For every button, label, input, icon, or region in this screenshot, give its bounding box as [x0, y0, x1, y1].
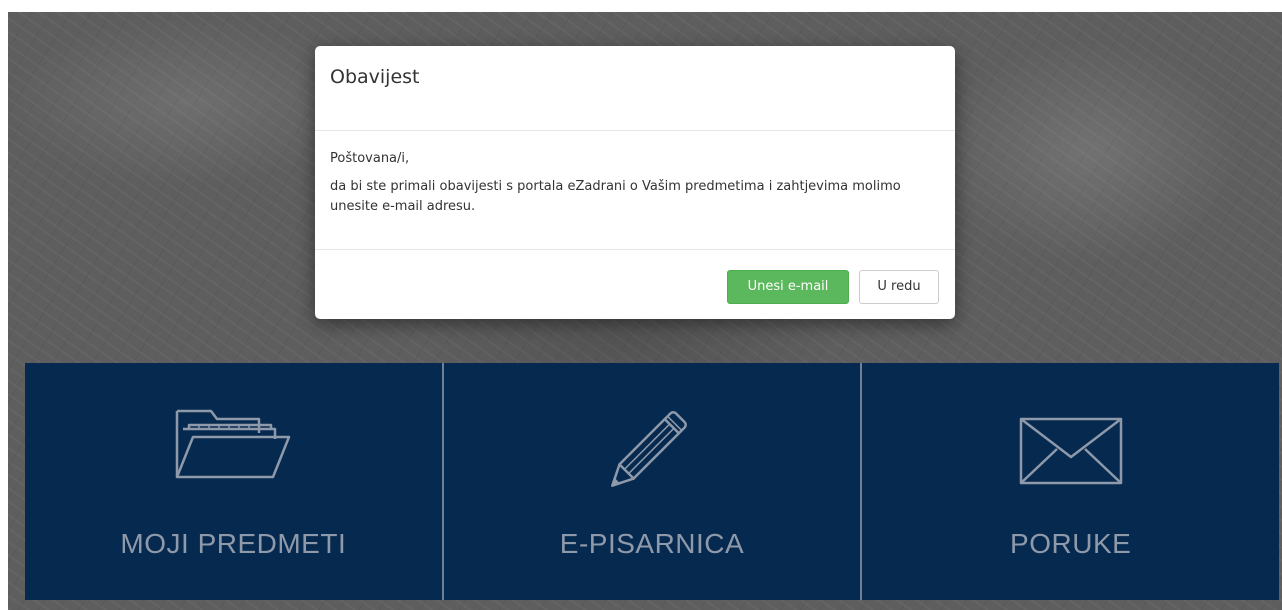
tile-moji-predmeti[interactable]: MOJI PREDMETI — [25, 363, 444, 600]
modal-header: Obavijest — [315, 46, 955, 131]
tile-poruke[interactable]: PORUKE — [862, 363, 1280, 600]
envelope-icon — [1019, 417, 1122, 485]
tile-label: PORUKE — [1010, 528, 1132, 559]
tile-label: E-PISARNICA — [559, 528, 745, 559]
modal-message: da bi ste primali obavijesti s portala e… — [330, 179, 901, 214]
pencil-icon — [611, 411, 687, 487]
folder-icon — [176, 409, 291, 479]
notification-modal: Obavijest Poštovana/i, da bi ste primali… — [315, 46, 955, 319]
ok-button[interactable]: U redu — [859, 270, 939, 304]
modal-footer: Unesi e-mail U redu — [315, 250, 955, 318]
main-tiles: MOJI PREDMETI E-PISARNICA PORUKE — [25, 363, 1280, 600]
modal-title: Obavijest — [330, 66, 420, 88]
modal-body: Poštovana/i, da bi ste primali obavijest… — [315, 131, 955, 250]
modal-greeting: Poštovana/i, — [330, 151, 410, 166]
tile-label: MOJI PREDMETI — [120, 528, 347, 559]
enter-email-button[interactable]: Unesi e-mail — [727, 270, 849, 304]
tile-e-pisarnica[interactable]: E-PISARNICA — [443, 363, 863, 600]
